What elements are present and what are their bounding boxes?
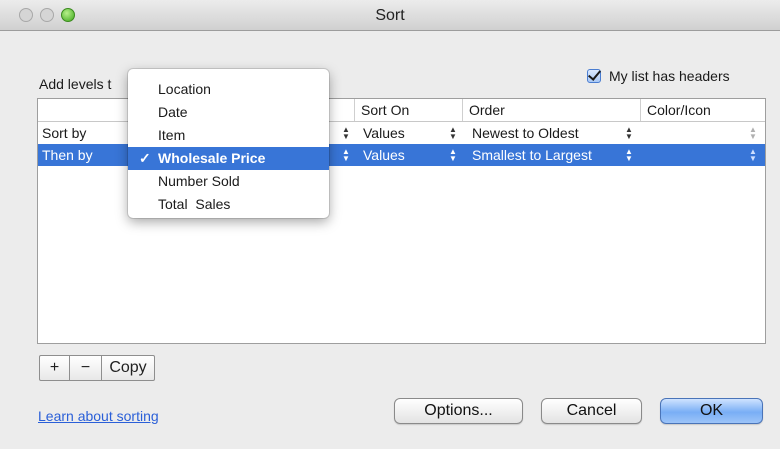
updown-arrows-icon[interactable]: ▲ ▼ [448, 144, 458, 166]
row-label: Sort by [42, 125, 87, 141]
menu-item-wholesale-price[interactable]: ✓ Wholesale Price [128, 147, 329, 170]
order-popup[interactable]: Smallest to Largest [472, 144, 592, 166]
column-header-order[interactable]: Order [462, 99, 640, 121]
my-list-has-headers-checkbox[interactable]: My list has headers [587, 66, 730, 86]
menu-item-item[interactable]: Item [128, 124, 329, 147]
delete-level-button[interactable]: − [70, 356, 102, 380]
add-level-button[interactable]: + [40, 356, 70, 380]
updown-arrows-icon[interactable]: ▲ ▼ [448, 122, 458, 144]
add-levels-label: Add levels t [39, 76, 112, 92]
updown-arrows-icon[interactable]: ▲ ▼ [624, 122, 634, 144]
options-button[interactable]: Options... [394, 398, 523, 424]
updown-arrows-icon[interactable]: ▲ ▼ [748, 144, 758, 166]
column-header-color-icon[interactable]: Color/Icon [640, 99, 765, 121]
column-dropdown-menu[interactable]: Location Date Item ✓ Wholesale Price Numb… [128, 69, 329, 218]
row-label: Then by [42, 147, 93, 163]
checkbox-label: My list has headers [609, 68, 730, 84]
window-title: Sort [375, 7, 405, 24]
updown-arrows-icon[interactable]: ▲ ▼ [748, 122, 758, 144]
checkmark-icon: ✓ [139, 150, 151, 166]
updown-arrows-icon[interactable]: ▲ ▼ [624, 144, 634, 166]
sort-on-popup[interactable]: Values [363, 144, 405, 166]
ok-button[interactable]: OK [660, 398, 763, 424]
menu-item-number-sold[interactable]: Number Sold [128, 170, 329, 193]
sort-dialog: Sort Add levels t My list has headers So… [0, 0, 780, 449]
copy-level-button[interactable]: Copy [102, 356, 154, 380]
title-bar: Sort [0, 0, 780, 31]
level-buttons: + − Copy [39, 355, 155, 381]
checkmark-icon[interactable] [587, 69, 601, 83]
column-header-sort-on[interactable]: Sort On [354, 99, 462, 121]
learn-about-sorting-link[interactable]: Learn about sorting [38, 408, 159, 424]
menu-item-total-sales[interactable]: Total Sales [128, 193, 329, 216]
cancel-button[interactable]: Cancel [541, 398, 642, 424]
menu-item-location[interactable]: Location [128, 78, 329, 101]
menu-item-date[interactable]: Date [128, 101, 329, 124]
sort-on-popup[interactable]: Values [363, 122, 405, 144]
updown-arrows-icon[interactable]: ▲ ▼ [341, 144, 351, 166]
updown-arrows-icon[interactable]: ▲ ▼ [341, 122, 351, 144]
order-popup[interactable]: Newest to Oldest [472, 122, 579, 144]
